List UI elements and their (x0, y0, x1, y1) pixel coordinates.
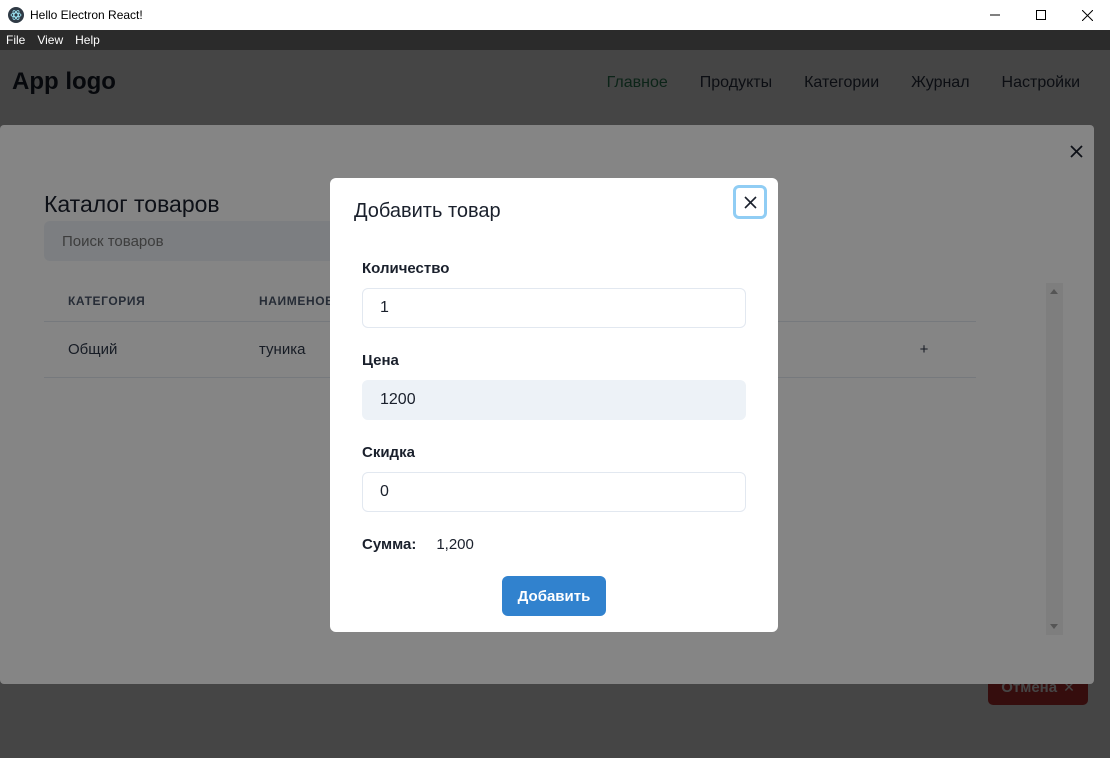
maximize-icon (1036, 10, 1046, 20)
discount-input[interactable] (362, 472, 746, 512)
menu-file[interactable]: File (0, 30, 31, 50)
close-icon (743, 195, 757, 209)
minimize-icon (990, 14, 1000, 16)
dialog-close-button[interactable] (733, 185, 767, 219)
close-icon (1081, 9, 1093, 21)
minimize-button[interactable] (972, 0, 1018, 30)
menu-bar: File View Help (0, 30, 1110, 50)
sum-value: 1,200 (436, 536, 474, 553)
menu-help[interactable]: Help (69, 30, 106, 50)
maximize-button[interactable] (1018, 0, 1064, 30)
dialog-title: Добавить товар (354, 200, 501, 222)
add-button[interactable]: Добавить (502, 576, 606, 616)
sum-row: Сумма: 1,200 (362, 536, 474, 553)
price-label: Цена (362, 352, 399, 369)
menu-view[interactable]: View (31, 30, 69, 50)
price-input[interactable] (362, 380, 746, 420)
window-title: Hello Electron React! (30, 8, 143, 22)
electron-app-icon (8, 7, 24, 23)
discount-label: Скидка (362, 444, 415, 461)
add-product-dialog: Добавить товар Количество Цена Скидка Су… (330, 178, 778, 632)
quantity-input[interactable] (362, 288, 746, 328)
window-titlebar: Hello Electron React! (0, 0, 1110, 30)
close-window-button[interactable] (1064, 0, 1110, 30)
sum-label: Сумма: (362, 536, 417, 553)
quantity-label: Количество (362, 260, 450, 277)
